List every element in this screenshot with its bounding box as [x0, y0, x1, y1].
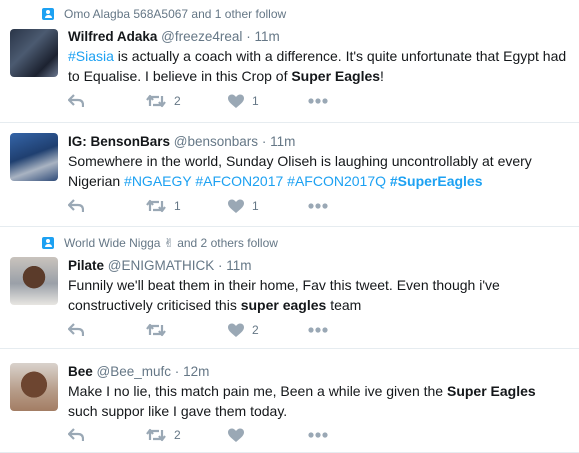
action-bar: 1 1 [68, 197, 368, 215]
social-context[interactable]: World Wide Nigga ✌ and 2 others follow [42, 235, 278, 251]
more-dots-icon [308, 432, 328, 438]
tweet-card[interactable]: IG: BensonBars @bensonbars · 11m Somewhe… [0, 123, 579, 227]
tweet-header: IG: BensonBars @bensonbars · 11m [68, 133, 295, 151]
author-handle[interactable]: @freeze4real [161, 29, 242, 44]
avatar[interactable] [10, 363, 58, 411]
tweet-card[interactable]: Bee @Bee_mufc · 12m Make I no lie, this … [0, 349, 579, 453]
social-context-text: World Wide Nigga ✌ and 2 others follow [64, 236, 278, 250]
author-handle[interactable]: @Bee_mufc [97, 364, 172, 379]
highlighted-keyword: Super Eagles [446, 383, 536, 399]
retweet-button[interactable]: 1 [146, 197, 181, 215]
heart-icon [228, 323, 244, 337]
tweet-header: Wilfred Adaka @freeze4real · 11m [68, 28, 280, 46]
tweet-text-segment: team [326, 297, 362, 313]
separator: · [218, 258, 223, 273]
retweet-button[interactable]: 2 [146, 426, 181, 444]
tweet-text-segment: such suppor like I gave them today. [68, 403, 288, 419]
author-handle[interactable]: @ENIGMATHICK [108, 258, 214, 273]
person-follow-icon [42, 8, 54, 20]
tweet-header: Pilate @ENIGMATHICK · 11m [68, 257, 252, 275]
like-count: 1 [252, 199, 259, 213]
retweet-button[interactable] [146, 321, 174, 339]
heart-icon [228, 199, 244, 213]
author-name[interactable]: IG: BensonBars [68, 134, 170, 149]
like-count: 1 [252, 94, 259, 108]
more-dots-icon [308, 203, 328, 209]
highlighted-keyword: super eagles [240, 297, 327, 313]
more-button[interactable] [308, 92, 328, 110]
retweet-icon [146, 428, 166, 442]
reply-icon [68, 428, 84, 441]
tweet-card[interactable]: Omo Alagba 568A5067 and 1 other follow W… [0, 0, 579, 123]
heart-icon [228, 94, 244, 108]
more-dots-icon [308, 327, 328, 333]
reply-button[interactable] [68, 426, 84, 444]
like-count: 2 [252, 323, 259, 337]
tweet-text: Funnily we'll beat them in their home, F… [68, 275, 568, 315]
retweet-icon [146, 323, 166, 337]
highlighted-keyword: Super Eagles [291, 68, 381, 84]
action-bar: 2 [68, 321, 368, 339]
retweet-count: 2 [174, 428, 181, 442]
more-dots-icon [308, 98, 328, 104]
timestamp[interactable]: 12m [183, 364, 209, 379]
author-name[interactable]: Pilate [68, 258, 104, 273]
author-name[interactable]: Bee [68, 364, 93, 379]
retweet-icon [146, 199, 166, 213]
like-button[interactable]: 2 [228, 321, 259, 339]
person-follow-icon [42, 237, 54, 249]
more-button[interactable] [308, 426, 328, 444]
reply-icon [68, 323, 84, 336]
retweet-count: 2 [174, 94, 181, 108]
like-button[interactable]: 1 [228, 197, 259, 215]
timestamp[interactable]: 11m [226, 258, 251, 273]
tweet-text: Somewhere in the world, Sunday Oliseh is… [68, 151, 568, 191]
tweet-text: #Siasia is actually a coach with a diffe… [68, 46, 568, 86]
retweet-count: 1 [174, 199, 181, 213]
more-button[interactable] [308, 197, 328, 215]
social-context[interactable]: Omo Alagba 568A5067 and 1 other follow [42, 6, 286, 22]
tweet-text-segment: ! [380, 68, 384, 84]
like-button[interactable] [228, 426, 252, 444]
avatar[interactable] [10, 133, 58, 181]
tweet-text: Make I no lie, this match pain me, Been … [68, 381, 568, 421]
hashtag-link[interactable]: #Siasia [68, 48, 114, 64]
avatar[interactable] [10, 257, 58, 305]
reply-button[interactable] [68, 321, 84, 339]
like-button[interactable]: 1 [228, 92, 259, 110]
timestamp[interactable]: 11m [254, 29, 279, 44]
reply-icon [68, 199, 84, 212]
avatar[interactable] [10, 29, 58, 77]
tweet-header: Bee @Bee_mufc · 12m [68, 363, 209, 381]
social-context-text: Omo Alagba 568A5067 and 1 other follow [64, 7, 287, 21]
tweet-card[interactable]: World Wide Nigga ✌ and 2 others follow P… [0, 227, 579, 349]
retweet-icon [146, 94, 166, 108]
hashtag-link[interactable]: #SuperEagles [390, 173, 483, 189]
author-handle[interactable]: @bensonbars [174, 134, 258, 149]
heart-icon [228, 428, 244, 442]
hashtag-link[interactable]: #NGAEGY #AFCON2017 #AFCON2017Q [124, 173, 390, 189]
action-bar: 2 [68, 426, 368, 444]
timestamp[interactable]: 11m [270, 134, 295, 149]
tweet-text-segment: Make I no lie, this match pain me, Been … [68, 383, 447, 399]
reply-button[interactable] [68, 197, 84, 215]
reply-icon [68, 94, 84, 107]
separator: · [246, 29, 251, 44]
separator: · [174, 364, 180, 379]
reply-button[interactable] [68, 92, 84, 110]
author-name[interactable]: Wilfred Adaka [68, 29, 157, 44]
retweet-button[interactable]: 2 [146, 92, 181, 110]
separator: · [261, 134, 267, 149]
more-button[interactable] [308, 321, 328, 339]
action-bar: 2 1 [68, 92, 368, 110]
